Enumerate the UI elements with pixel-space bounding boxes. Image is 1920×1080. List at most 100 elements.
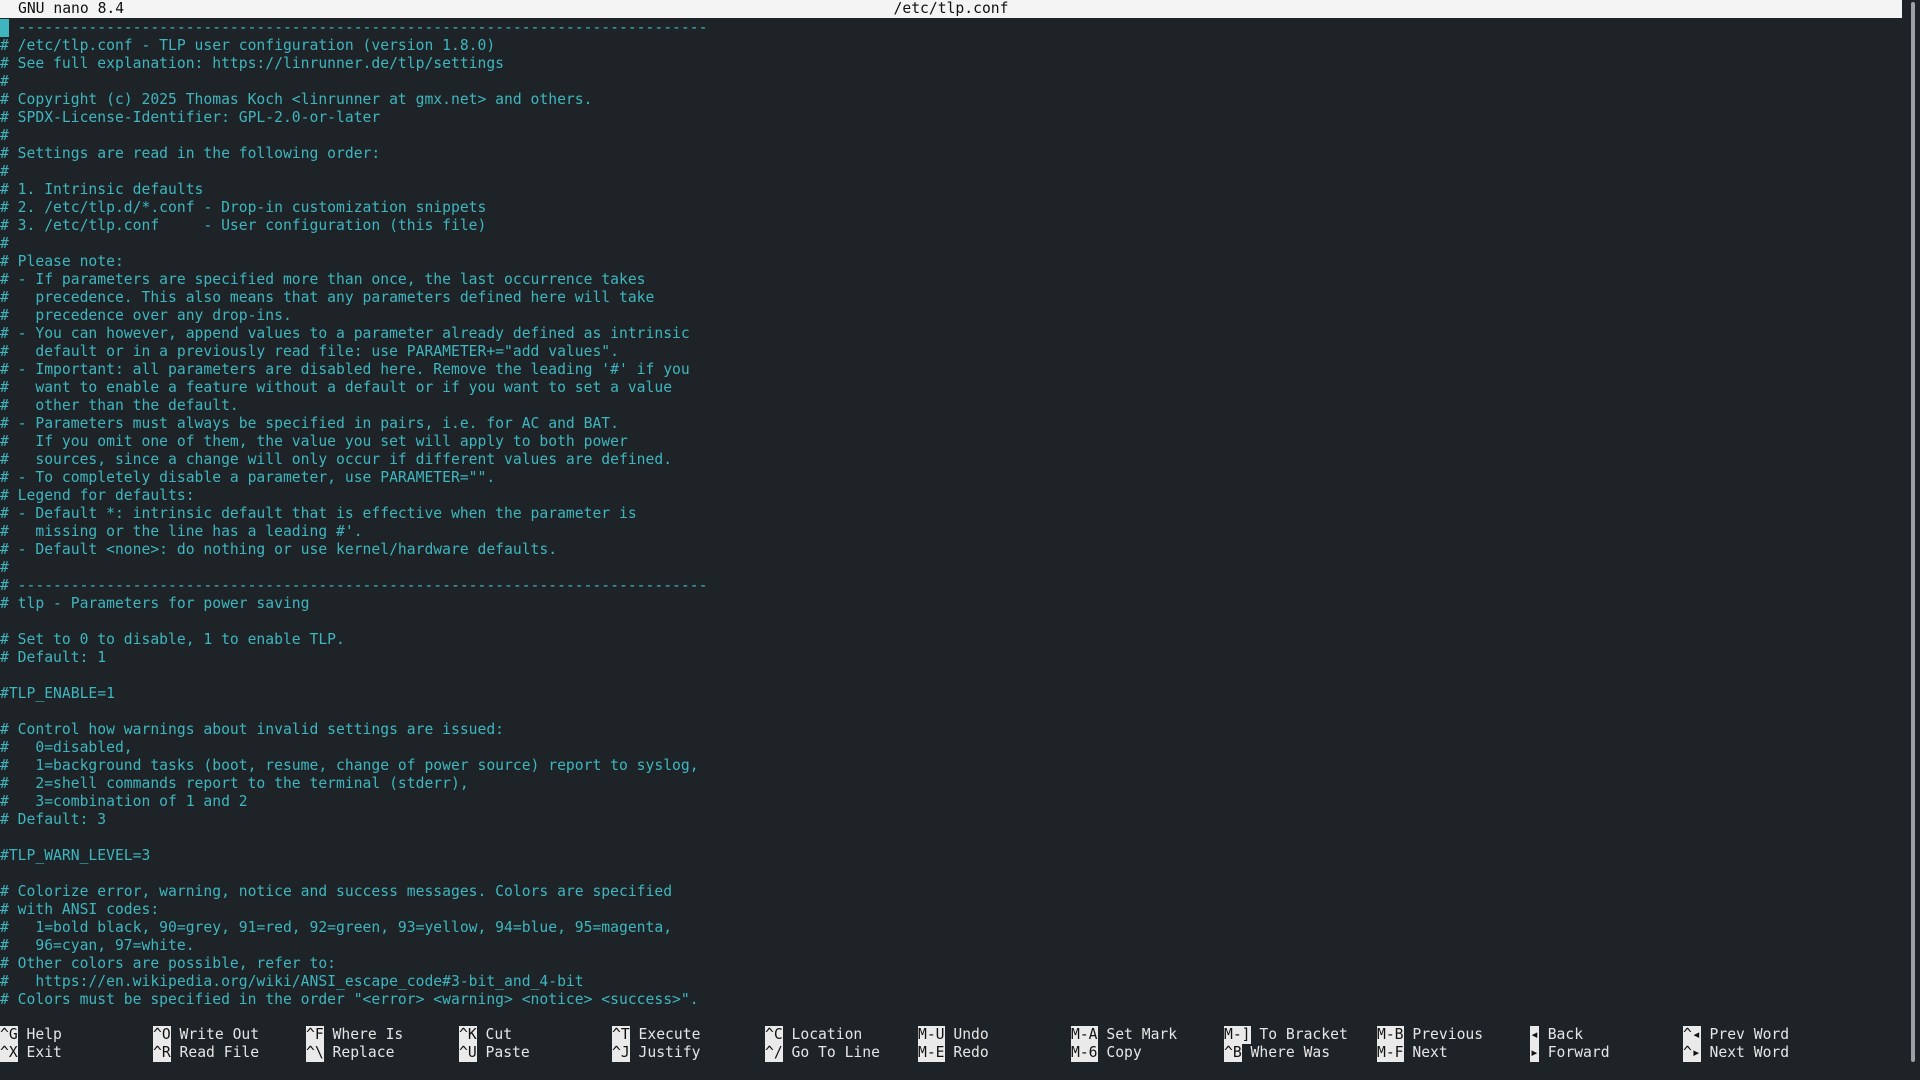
editor-line[interactable]: # Colors must be specified in the order … [0,991,1900,1009]
shortcut-execute[interactable]: ^T Execute [612,1026,700,1044]
shortcut-cut[interactable]: ^K Cut [459,1026,512,1044]
editor-line[interactable] [0,829,1900,847]
shortcut-key: ◂ [1530,1026,1539,1044]
shortcut-exit[interactable]: ^X Exit [0,1044,62,1062]
editor-line[interactable]: # missing or the line has a leading #'. [0,523,1900,541]
editor-line[interactable]: # If you omit one of them, the value you… [0,433,1900,451]
text-editor-area[interactable]: # --------------------------------------… [0,19,1900,1011]
editor-line[interactable]: # tlp - Parameters for power saving [0,595,1900,613]
shortcut-replace[interactable]: ^\ Replace [306,1044,394,1062]
editor-line[interactable]: # SPDX-License-Identifier: GPL-2.0-or-la… [0,109,1900,127]
shortcut-go-to-line[interactable]: ^/ Go To Line [765,1044,880,1062]
editor-line[interactable]: # sources, since a change will only occu… [0,451,1900,469]
shortcut-where-is[interactable]: ^F Where Is [306,1026,403,1044]
editor-line[interactable]: # /etc/tlp.conf - TLP user configuration… [0,37,1900,55]
shortcut-key: ^C [765,1026,783,1044]
editor-line[interactable]: # Settings are read in the following ord… [0,145,1900,163]
shortcut-next[interactable]: M-F Next [1377,1044,1448,1062]
editor-line[interactable]: # precedence over any drop-ins. [0,307,1900,325]
shortcut-undo[interactable]: M-U Undo [918,1026,989,1044]
editor-line[interactable] [0,613,1900,631]
shortcut-label: Where Is [332,1026,404,1043]
shortcut-label: Undo [953,1026,989,1043]
shortcut-previous[interactable]: M-B Previous [1377,1026,1483,1044]
editor-line[interactable]: # with ANSI codes: [0,901,1900,919]
editor-line[interactable] [0,667,1900,685]
editor-line[interactable]: # https://en.wikipedia.org/wiki/ANSI_esc… [0,973,1900,991]
shortcut-forward[interactable]: ▸ Forward [1530,1044,1610,1062]
editor-line[interactable]: # --------------------------------------… [0,19,1900,37]
editor-line[interactable]: # 1=bold black, 90=grey, 91=red, 92=gree… [0,919,1900,937]
shortcut-next-word[interactable]: ^▸ Next Word [1683,1044,1789,1062]
shortcut-help[interactable]: ^G Help [0,1026,62,1044]
shortcut-key: M-U [918,1026,945,1044]
editor-line[interactable]: # want to enable a feature without a def… [0,379,1900,397]
editor-line[interactable]: # other than the default. [0,397,1900,415]
shortcut-key: M-6 [1071,1044,1098,1062]
editor-line[interactable]: # Legend for defaults: [0,487,1900,505]
editor-line[interactable]: # 2. /etc/tlp.d/*.conf - Drop-in customi… [0,199,1900,217]
scrollbar[interactable] [1906,0,1920,1080]
editor-line[interactable]: # 3=combination of 1 and 2 [0,793,1900,811]
editor-line[interactable]: # - Default <none>: do nothing or use ke… [0,541,1900,559]
editor-line[interactable]: # 3. /etc/tlp.conf - User configuration … [0,217,1900,235]
shortcut-label: Forward [1547,1044,1610,1061]
editor-line[interactable]: # Colorize error, warning, notice and su… [0,883,1900,901]
editor-line[interactable]: # default or in a previously read file: … [0,343,1900,361]
editor-line[interactable]: # - If parameters are specified more tha… [0,271,1900,289]
editor-line[interactable]: # Set to 0 to disable, 1 to enable TLP. [0,631,1900,649]
editor-line[interactable]: # [0,73,1900,91]
shortcut-label: Execute [638,1026,701,1043]
shortcut-to-bracket[interactable]: M-] To Bracket [1224,1026,1348,1044]
editor-line[interactable]: # Default: 3 [0,811,1900,829]
editor-line[interactable] [0,865,1900,883]
editor-line[interactable]: # 1. Intrinsic defaults [0,181,1900,199]
shortcut-label: Copy [1106,1044,1142,1061]
editor-line[interactable]: # - To completely disable a parameter, u… [0,469,1900,487]
editor-line[interactable]: # [0,235,1900,253]
shortcut-key: ^B [1224,1044,1242,1062]
shortcut-read-file[interactable]: ^R Read File [153,1044,259,1062]
shortcut-label: Go To Line [791,1044,880,1061]
editor-line[interactable]: # - Important: all parameters are disabl… [0,361,1900,379]
editor-line[interactable]: # Default: 1 [0,649,1900,667]
editor-line[interactable]: # Control how warnings about invalid set… [0,721,1900,739]
editor-line[interactable]: # 2=shell commands report to the termina… [0,775,1900,793]
shortcut-key: ^X [0,1044,18,1062]
shortcut-copy[interactable]: M-6 Copy [1071,1044,1142,1062]
shortcut-write-out[interactable]: ^O Write Out [153,1026,259,1044]
editor-line[interactable]: # See full explanation: https://linrunne… [0,55,1900,73]
editor-line[interactable]: #TLP_WARN_LEVEL=3 [0,847,1900,865]
shortcut-justify[interactable]: ^J Justify [612,1044,700,1062]
shortcut-back[interactable]: ◂ Back [1530,1026,1583,1044]
editor-line[interactable]: # Other colors are possible, refer to: [0,955,1900,973]
editor-line[interactable]: # - Default *: intrinsic default that is… [0,505,1900,523]
shortcut-where-was[interactable]: ^B Where Was [1224,1044,1330,1062]
scrollbar-thumb[interactable] [1911,2,1915,1062]
shortcut-location[interactable]: ^C Location [765,1026,862,1044]
shortcut-prev-word[interactable]: ^◂ Prev Word [1683,1026,1789,1044]
shortcut-key: M-F [1377,1044,1404,1062]
shortcut-label: Next Word [1709,1044,1790,1061]
editor-line[interactable]: # [0,559,1900,577]
editor-line[interactable]: # precedence. This also means that any p… [0,289,1900,307]
shortcut-paste[interactable]: ^U Paste [459,1044,530,1062]
editor-line[interactable]: #TLP_ENABLE=1 [0,685,1900,703]
editor-line[interactable]: # 0=disabled, [0,739,1900,757]
shortcut-set-mark[interactable]: M-A Set Mark [1071,1026,1177,1044]
editor-line[interactable]: # --------------------------------------… [0,577,1900,595]
editor-line[interactable]: # Please note: [0,253,1900,271]
shortcut-label: Help [26,1026,62,1043]
editor-line[interactable]: # [0,127,1900,145]
shortcut-redo[interactable]: M-E Redo [918,1044,989,1062]
editor-line[interactable]: # - Parameters must always be specified … [0,415,1900,433]
editor-line[interactable] [0,703,1900,721]
shortcut-key: M-E [918,1044,945,1062]
editor-line[interactable]: # Copyright (c) 2025 Thomas Koch <linrun… [0,91,1900,109]
shortcut-key: ^T [612,1026,630,1044]
editor-line[interactable]: # 96=cyan, 97=white. [0,937,1900,955]
shortcut-label: Location [791,1026,863,1043]
editor-line[interactable]: # - You can however, append values to a … [0,325,1900,343]
editor-line[interactable]: # 1=background tasks (boot, resume, chan… [0,757,1900,775]
editor-line[interactable]: # [0,163,1900,181]
